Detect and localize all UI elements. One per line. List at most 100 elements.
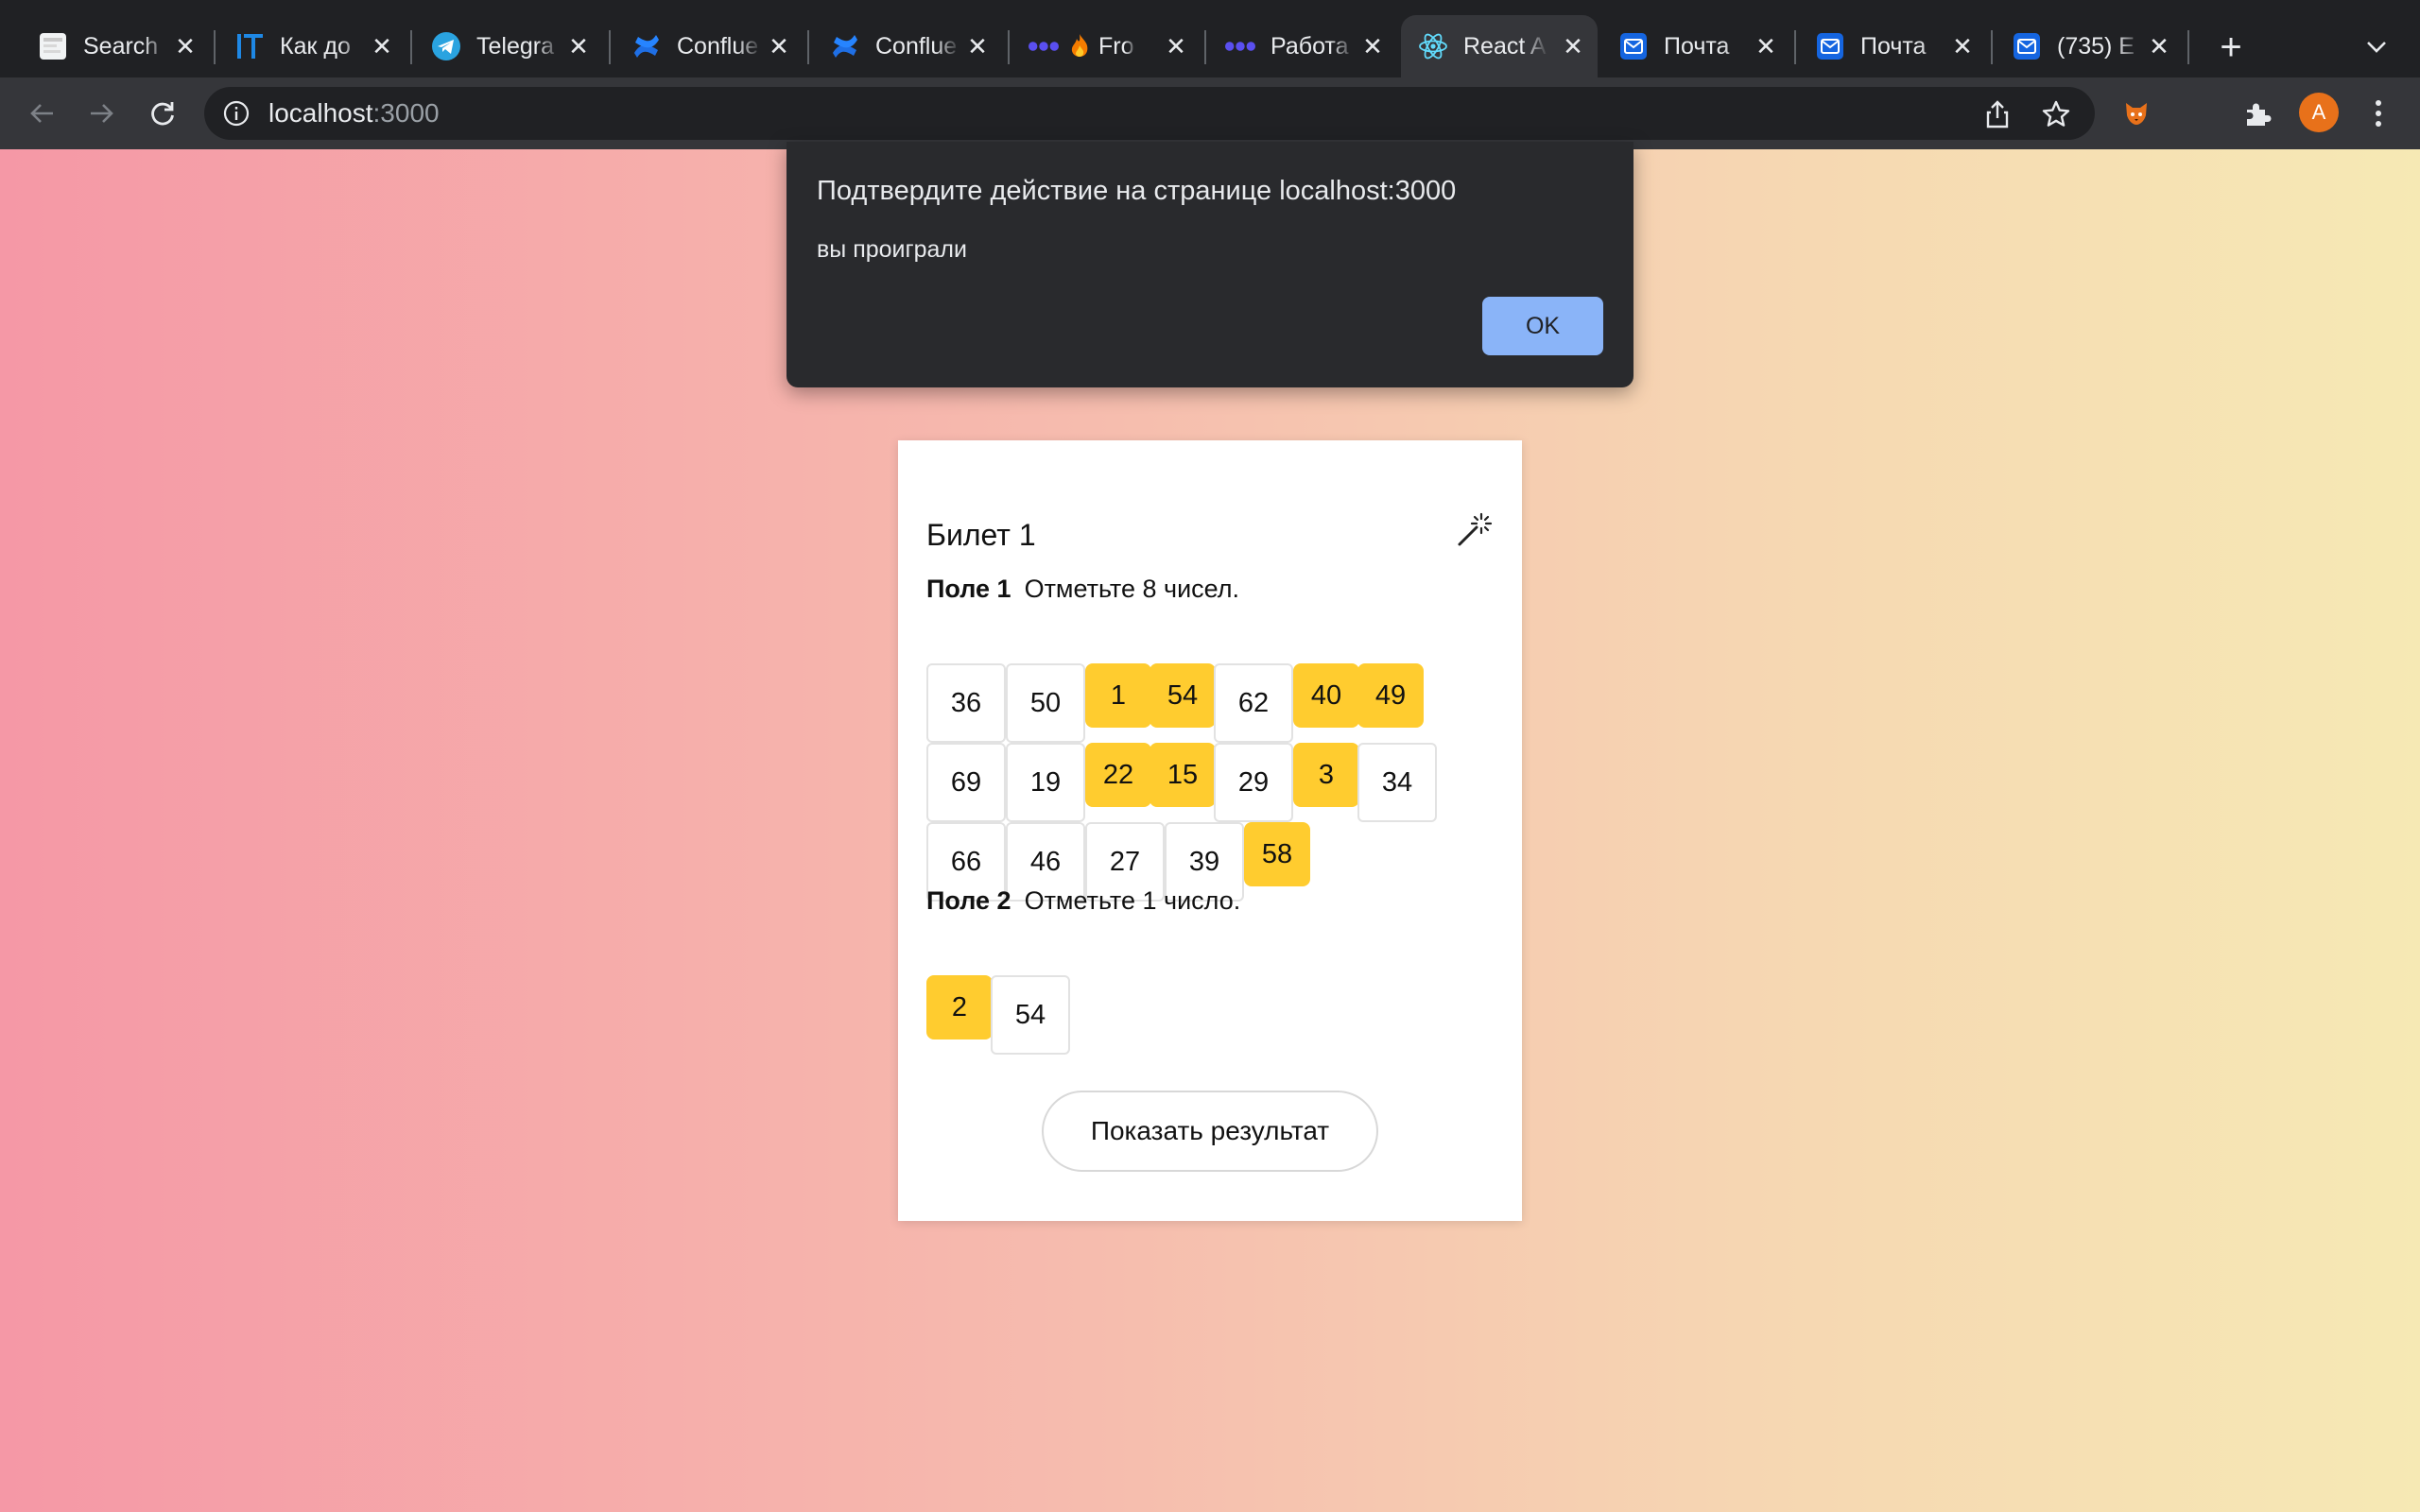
tab-0[interactable]: Search ✕	[21, 15, 210, 77]
close-icon[interactable]: ✕	[1751, 31, 1781, 61]
number-cell[interactable]: 34	[1357, 743, 1437, 822]
address-bar[interactable]: localhost:3000	[204, 87, 2095, 140]
extensions-puzzle-icon[interactable]	[2238, 94, 2276, 132]
confirm-dialog: Подтвердите действие на странице localho…	[786, 142, 1634, 387]
tab-4[interactable]: Conflue ✕	[813, 15, 1002, 77]
tab-title: (735) E	[2057, 32, 2135, 60]
tab-title: Почта	[1860, 32, 1927, 60]
tab-separator	[1204, 30, 1206, 64]
number-cell[interactable]: 62	[1214, 663, 1293, 743]
tab-6[interactable]: Работа ✕	[1208, 15, 1397, 77]
dots-icon	[1225, 31, 1255, 61]
mail-icon	[2012, 31, 2042, 61]
info-icon[interactable]	[223, 100, 250, 127]
number-cell[interactable]: 19	[1006, 743, 1085, 822]
browser-toolbar: localhost:3000 A	[0, 77, 2420, 149]
url-host: localhost	[268, 98, 373, 128]
close-icon[interactable]: ✕	[367, 31, 397, 61]
dots-icon	[1028, 31, 1059, 61]
close-icon[interactable]: ✕	[1558, 31, 1588, 61]
kebab-menu-icon[interactable]	[2360, 94, 2397, 132]
ok-button[interactable]: OK	[1482, 297, 1603, 355]
number-cell[interactable]: 54	[991, 975, 1070, 1055]
confluence-icon	[631, 31, 662, 61]
tab-title: Conflue	[875, 32, 958, 60]
bookmark-star-icon[interactable]	[2040, 98, 2072, 130]
number-cell-selected[interactable]: 3	[1293, 743, 1359, 807]
close-icon[interactable]: ✕	[1161, 31, 1191, 61]
tab-7-active[interactable]: React A ✕	[1401, 15, 1598, 77]
tab-separator	[1008, 30, 1010, 64]
it-favicon-icon	[234, 31, 265, 61]
number-cell[interactable]: 29	[1214, 743, 1293, 822]
tab-title: Search	[83, 32, 159, 60]
tab-8[interactable]: Почта ✕	[1601, 15, 1790, 77]
telegram-icon	[431, 31, 461, 61]
ticket-title: Билет 1	[926, 518, 1036, 552]
close-icon[interactable]: ✕	[2144, 31, 2174, 61]
dialog-message: вы проиграли	[817, 236, 967, 263]
tab-separator	[2187, 30, 2189, 64]
magic-wand-icon[interactable]	[1456, 510, 1494, 548]
tab-title: Conflue	[677, 32, 759, 60]
tab-separator	[410, 30, 412, 64]
number-cell[interactable]: 69	[926, 743, 1006, 822]
number-cell[interactable]: 36	[926, 663, 1006, 743]
tab-separator	[807, 30, 809, 64]
field1-instruction: Отметьте 8 чисел.	[1024, 575, 1240, 603]
close-icon[interactable]: ✕	[1357, 31, 1388, 61]
show-result-button[interactable]: Показать результат	[1042, 1091, 1378, 1172]
tab-separator	[1991, 30, 1993, 64]
tab-strip: Search ✕ Как до ✕ Telegra ✕ Conflue ✕ Co…	[0, 0, 2420, 83]
ticket-card: Билет 1 Поле 1 Отметьте 8 чисел. 36 50 1 …	[898, 440, 1522, 1221]
react-icon	[1418, 31, 1448, 61]
number-cell-selected[interactable]: 1	[1085, 663, 1151, 728]
tab-title: Почта	[1664, 32, 1730, 60]
tab-2[interactable]: Telegra ✕	[414, 15, 603, 77]
tab-5[interactable]: Fro ✕	[1011, 15, 1201, 77]
number-cell-selected[interactable]: 2	[926, 975, 993, 1040]
share-icon[interactable]	[1981, 98, 2014, 130]
close-icon[interactable]: ✕	[1947, 31, 1978, 61]
field1-header: Поле 1 Отметьте 8 чисел.	[926, 575, 1239, 604]
tab-separator	[1794, 30, 1796, 64]
back-arrow-icon[interactable]	[19, 91, 64, 136]
extension-fox-icon[interactable]	[2118, 94, 2155, 132]
dialog-title: Подтвердите действие на странице localho…	[817, 176, 1457, 206]
field2-instruction: Отметьте 1 число.	[1024, 886, 1241, 915]
profile-avatar[interactable]: A	[2299, 93, 2339, 132]
mail-icon	[1618, 31, 1649, 61]
confluence-icon	[830, 31, 860, 61]
close-icon[interactable]: ✕	[170, 31, 200, 61]
mail-icon	[1815, 31, 1845, 61]
tab-title: Fro	[1098, 32, 1134, 60]
tab-title: Работа	[1270, 32, 1349, 60]
number-cell-selected[interactable]: 58	[1244, 822, 1310, 886]
url-port: :3000	[372, 98, 440, 128]
tab-3[interactable]: Conflue ✕	[614, 15, 804, 77]
number-cell-selected[interactable]: 15	[1150, 743, 1216, 807]
close-icon[interactable]: ✕	[764, 31, 794, 61]
tab-1[interactable]: Как до ✕	[217, 15, 406, 77]
fire-icon	[1068, 31, 1091, 61]
tab-title: Telegra	[476, 32, 554, 60]
field1-label: Поле 1	[926, 575, 1011, 603]
field2-label: Поле 2	[926, 886, 1011, 915]
close-icon[interactable]: ✕	[563, 31, 594, 61]
tab-9[interactable]: Почта ✕	[1798, 15, 1987, 77]
tab-separator	[609, 30, 611, 64]
number-cell-selected[interactable]: 54	[1150, 663, 1216, 728]
close-icon[interactable]: ✕	[962, 31, 993, 61]
number-cell-selected[interactable]: 22	[1085, 743, 1151, 807]
forward-arrow-icon[interactable]	[79, 91, 125, 136]
chevron-down-icon[interactable]	[2358, 28, 2395, 66]
number-cell-selected[interactable]: 49	[1357, 663, 1424, 728]
number-cell[interactable]: 50	[1006, 663, 1085, 743]
field2-header: Поле 2 Отметьте 1 число.	[926, 886, 1240, 916]
new-tab-icon[interactable]: +	[2210, 26, 2252, 68]
reload-icon[interactable]	[140, 91, 185, 136]
url-text: localhost:3000	[268, 98, 440, 129]
number-cell-selected[interactable]: 40	[1293, 663, 1359, 728]
search-favicon-icon	[38, 31, 68, 61]
tab-10[interactable]: (735) E ✕	[1995, 15, 2184, 77]
